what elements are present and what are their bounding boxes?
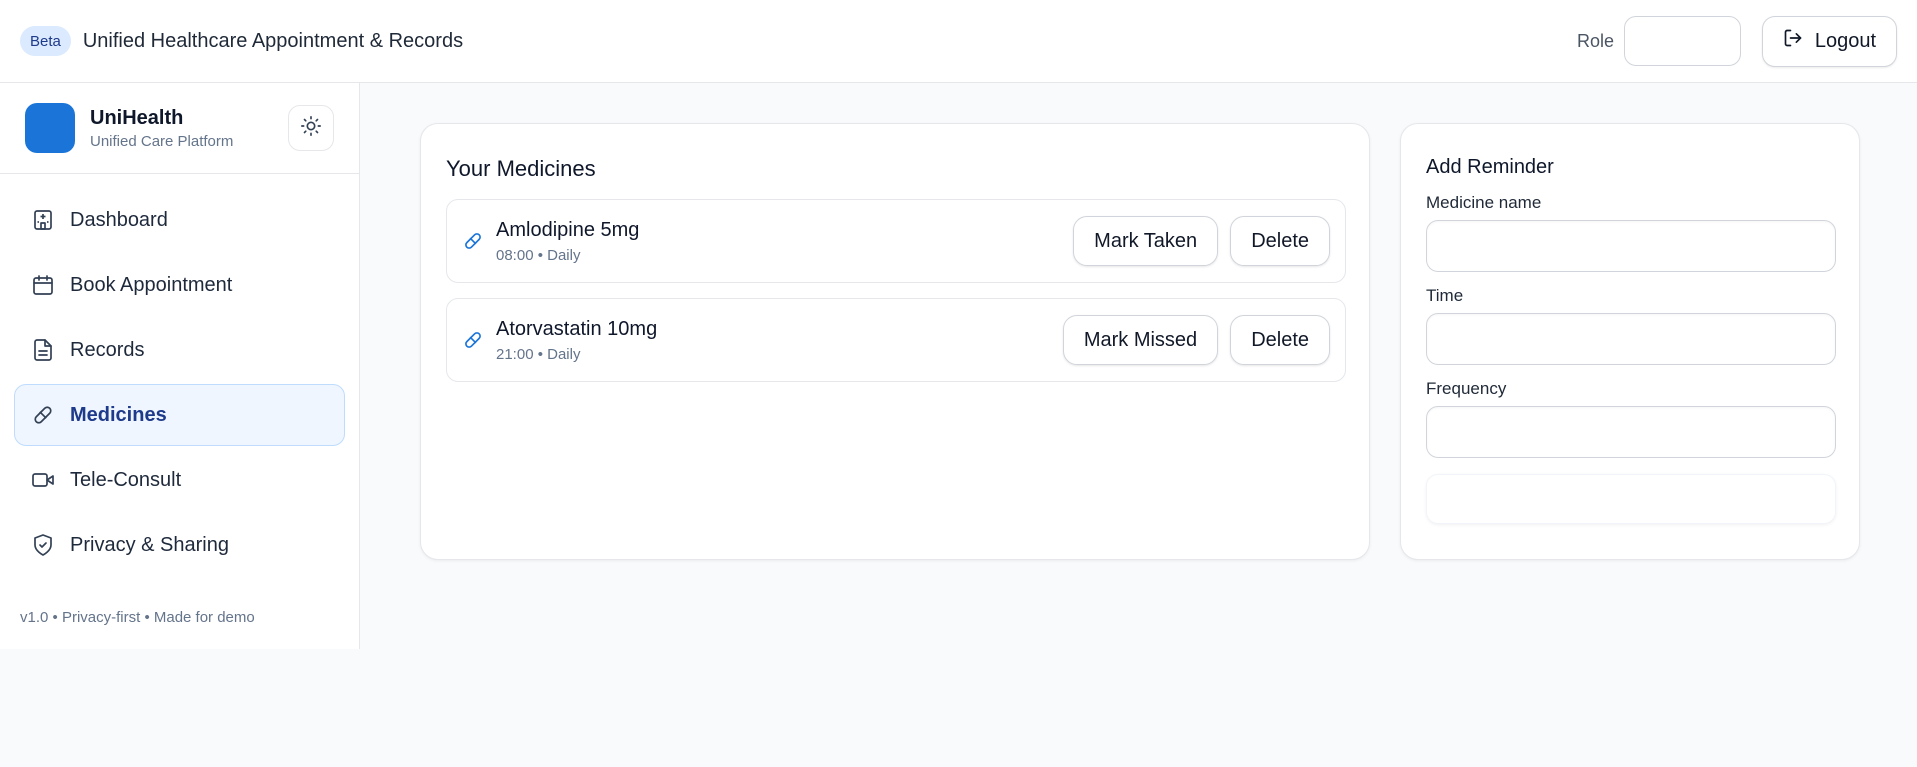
sidebar-item-privacy-sharing[interactable]: Privacy & Sharing xyxy=(14,514,345,576)
brand: UniHealth Unified Care Platform xyxy=(0,83,359,174)
calendar-icon xyxy=(30,272,56,298)
mark-taken-button[interactable]: Mark Taken xyxy=(1073,216,1219,266)
sidebar-item-medicines[interactable]: Medicines xyxy=(14,384,345,446)
add-reminder-button[interactable] xyxy=(1426,474,1836,524)
brand-name: UniHealth xyxy=(90,106,184,129)
video-icon xyxy=(30,467,56,493)
sidebar-item-records[interactable]: Records xyxy=(14,319,345,381)
medicine-name: Atorvastatin 10mg xyxy=(496,317,658,340)
pill-icon xyxy=(462,329,484,351)
add-reminder-card: Add Reminder Medicine name Time Frequenc… xyxy=(1400,123,1860,560)
medicine-schedule: 08:00 • Daily xyxy=(496,246,581,264)
shield-check-icon xyxy=(30,532,56,558)
medicine-name: Amlodipine 5mg xyxy=(496,218,640,241)
logout-button[interactable]: Logout xyxy=(1762,15,1897,67)
sidebar-item-label: Medicines xyxy=(70,403,167,426)
sidebar-item-book-appointment[interactable]: Book Appointment xyxy=(14,254,345,316)
frequency-input[interactable] xyxy=(1426,406,1836,458)
add-reminder-title: Add Reminder xyxy=(1426,156,1554,178)
medicines-card: Your Medicines Amlodipine 5mg 08:00 • Da… xyxy=(420,123,1370,560)
mark-missed-button[interactable]: Mark Missed xyxy=(1062,315,1219,365)
sun-icon xyxy=(300,115,322,142)
sidebar-item-tele-consult[interactable]: Tele-Consult xyxy=(14,449,345,511)
pill-icon xyxy=(30,402,56,428)
hospital-icon xyxy=(30,207,56,233)
role-label: Role xyxy=(1576,30,1614,51)
medicine-name-label: Medicine name xyxy=(1426,193,1542,212)
theme-toggle-button[interactable] xyxy=(288,105,334,151)
time-input[interactable] xyxy=(1426,313,1836,365)
medicine-name-input[interactable] xyxy=(1426,220,1836,272)
role-select[interactable] xyxy=(1624,16,1741,66)
brand-logo xyxy=(25,103,75,153)
pill-icon xyxy=(462,230,484,252)
logout-label: Logout xyxy=(1814,29,1877,52)
sidebar-nav: Dashboard Book Appointment Records Medic… xyxy=(0,174,359,576)
topbar-actions: Role Logout xyxy=(1576,15,1897,67)
logout-icon xyxy=(1783,28,1803,54)
medicines-title: Your Medicines xyxy=(446,156,596,181)
top-bar: Beta Unified Healthcare Appointment & Re… xyxy=(0,0,1917,83)
brand-subtitle: Unified Care Platform xyxy=(90,132,234,150)
delete-button[interactable]: Delete xyxy=(1230,216,1330,266)
sidebar-item-label: Dashboard xyxy=(70,208,168,231)
app-title: Unified Healthcare Appointment & Records xyxy=(82,29,464,52)
sidebar-item-label: Book Appointment xyxy=(70,273,233,296)
frequency-label: Frequency xyxy=(1426,379,1507,398)
delete-button[interactable]: Delete xyxy=(1230,315,1330,365)
beta-badge: Beta xyxy=(20,26,71,56)
list-item: Amlodipine 5mg 08:00 • Daily Mark Taken … xyxy=(446,199,1346,283)
document-icon xyxy=(30,337,56,363)
time-label: Time xyxy=(1426,286,1464,305)
medicine-schedule: 21:00 • Daily xyxy=(496,345,581,363)
sidebar-item-dashboard[interactable]: Dashboard xyxy=(14,189,345,251)
sidebar-item-label: Records xyxy=(70,338,145,361)
sidebar-item-label: Privacy & Sharing xyxy=(70,533,229,556)
sidebar-item-label: Tele-Consult xyxy=(70,468,182,491)
sidebar: UniHealth Unified Care Platform Dashboar… xyxy=(0,83,360,649)
sidebar-footer: v1.0 • Privacy-first • Made for demo xyxy=(20,609,255,626)
list-item: Atorvastatin 10mg 21:00 • Daily Mark Mis… xyxy=(446,298,1346,382)
